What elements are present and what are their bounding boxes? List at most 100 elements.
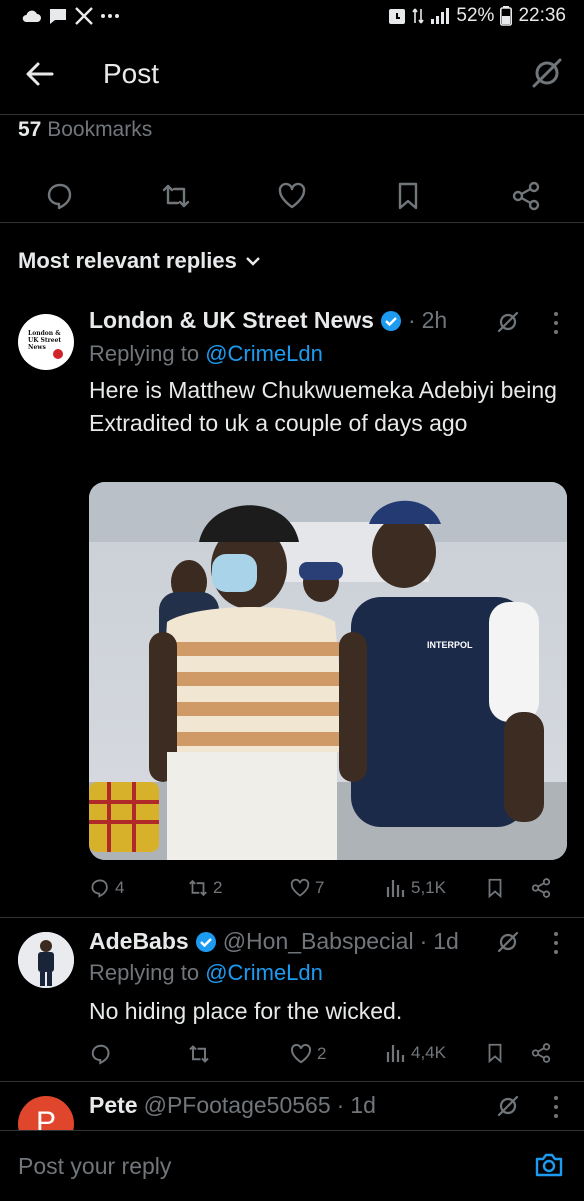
avatar[interactable]: London & UK Street News (18, 314, 74, 370)
bookmarks-number: 57 (18, 118, 42, 141)
reply-header: Pete @PFootage50565 · 1d (89, 1092, 376, 1119)
repost-count: 2 (213, 878, 223, 897)
more-vertical-icon (554, 932, 558, 954)
like-count: 2 (317, 1044, 327, 1063)
reply-button[interactable] (44, 180, 76, 212)
handle[interactable]: @Hon_Babspecial (223, 928, 414, 955)
timestamp: 2h (421, 307, 448, 333)
replying-to: Replying to @CrimeLdn (89, 960, 323, 986)
heart-icon (291, 1043, 311, 1064)
avatar[interactable] (18, 932, 74, 988)
message-icon (50, 9, 66, 24)
share-icon (531, 878, 551, 898)
alarm-icon (389, 9, 406, 24)
dot-separator: · (336, 1092, 345, 1118)
like-count-button[interactable]: 2 (289, 1042, 326, 1066)
more-options-button[interactable] (546, 930, 566, 956)
reply-icon (91, 1044, 110, 1065)
like-count-button[interactable]: 7 (289, 877, 324, 899)
replies-filter[interactable]: Most relevant replies (18, 248, 261, 274)
reply-input[interactable]: Post your reply (18, 1153, 171, 1180)
profile-photo-icon (18, 932, 74, 988)
dot-separator: · (407, 307, 416, 333)
status-bar: 52% 22:36 (0, 0, 584, 40)
battery-icon (500, 6, 513, 26)
top-header: Post (0, 40, 584, 115)
bookmarks-label: Bookmarks (47, 118, 153, 141)
bookmark-icon (488, 1043, 502, 1064)
reply-item[interactable]: AdeBabs @Hon_Babspecial · 1d Replying to… (0, 918, 584, 1082)
avatar-text: London & UK Street News (28, 330, 62, 351)
handle[interactable]: @PFootage50565 (144, 1092, 331, 1119)
heart-icon (278, 182, 306, 209)
bookmark-button[interactable] (392, 180, 424, 212)
photo-illustration (89, 482, 567, 860)
replying-to-link[interactable]: @CrimeLdn (205, 341, 323, 366)
bookmark-button[interactable] (484, 1042, 506, 1064)
clock: 22:36 (518, 5, 566, 26)
grok-icon (532, 58, 562, 88)
views-count-button[interactable]: 5,1K (385, 877, 446, 899)
grok-icon (497, 1095, 519, 1117)
grok-button[interactable] (496, 310, 520, 334)
share-button[interactable] (530, 1042, 552, 1064)
reply-item[interactable]: London & UK Street News London & UK Stre… (0, 300, 584, 920)
like-button[interactable] (276, 180, 308, 212)
reply-count-button[interactable]: 4 (89, 877, 124, 899)
bookmark-button[interactable] (484, 877, 506, 899)
back-button[interactable] (22, 56, 58, 92)
views-count: 4,4K (411, 1043, 446, 1062)
display-name[interactable]: Pete (89, 1092, 138, 1119)
timestamp: 1d (433, 928, 459, 954)
heart-icon (290, 878, 310, 897)
more-dots-icon (101, 14, 119, 18)
chevron-down-icon (246, 257, 260, 266)
grok-button[interactable] (496, 930, 520, 954)
more-options-button[interactable] (546, 310, 566, 336)
replies-filter-label: Most relevant replies (18, 248, 237, 273)
views-count: 5,1K (411, 878, 446, 897)
views-count-button[interactable]: 4,4K (385, 1042, 446, 1064)
like-count: 7 (315, 878, 325, 897)
replying-to: Replying to @CrimeLdn (89, 341, 323, 367)
views-bar-icon (386, 880, 405, 897)
verified-badge-icon (380, 310, 401, 331)
reply-count-button[interactable] (89, 1042, 117, 1066)
more-options-button[interactable] (546, 1094, 566, 1120)
reply-item[interactable]: P Pete @PFootage50565 · 1d (0, 1082, 584, 1130)
reply-photo[interactable]: INTERPOL (89, 482, 567, 860)
x-logo-icon (75, 7, 93, 25)
reply-composer: Post your reply (0, 1130, 584, 1201)
reply-icon (91, 879, 108, 898)
reply-text: No hiding place for the wicked. (89, 998, 403, 1024)
bookmark-icon (488, 878, 502, 899)
repost-count-button[interactable] (187, 1042, 215, 1066)
repost-icon (162, 184, 190, 208)
share-button[interactable] (530, 877, 552, 899)
share-button[interactable] (510, 180, 542, 212)
post-action-bar (0, 172, 584, 223)
share-icon (531, 1043, 551, 1063)
battery-percent: 52% (456, 5, 495, 26)
repost-count-button[interactable]: 2 (187, 877, 222, 899)
bookmark-icon (398, 182, 418, 210)
replying-prefix: Replying to (89, 341, 206, 366)
avatar-letter: P (35, 1106, 56, 1130)
page-title: Post (103, 58, 160, 89)
replying-to-link[interactable]: @CrimeLdn (205, 960, 323, 985)
camera-button[interactable] (534, 1151, 564, 1179)
avatar[interactable]: P (18, 1096, 74, 1130)
grok-button[interactable] (530, 56, 564, 90)
display-name[interactable]: AdeBabs (89, 928, 189, 955)
reply-header: AdeBabs @Hon_Babspecial · 1d (89, 928, 459, 955)
grok-button[interactable] (496, 1094, 520, 1118)
bookmarks-count[interactable]: 57 Bookmarks (18, 118, 152, 142)
cloud-icon (22, 10, 41, 22)
display-name[interactable]: London & UK Street News (89, 307, 374, 334)
replying-prefix: Replying to (89, 960, 206, 985)
data-arrows-icon (412, 8, 425, 24)
repost-button[interactable] (160, 180, 192, 212)
grok-icon (497, 931, 519, 953)
reply-icon (47, 183, 72, 210)
interpol-patch: INTERPOL (427, 640, 473, 650)
